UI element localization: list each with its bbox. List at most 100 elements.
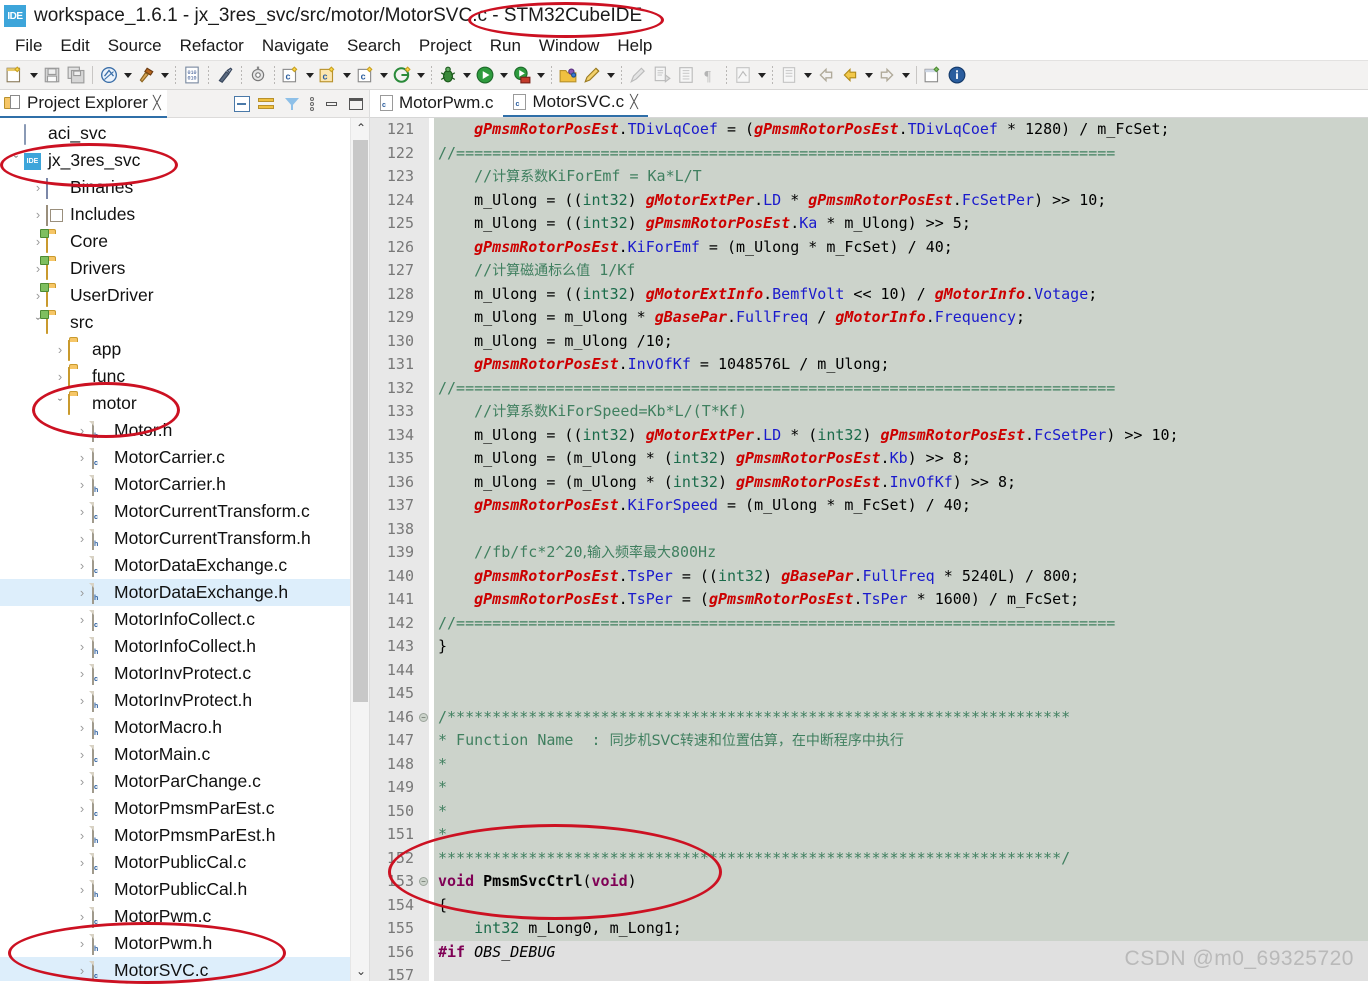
new-c-project-icon[interactable]: c <box>279 63 303 87</box>
chevron-right-icon[interactable]: › <box>74 963 90 978</box>
run-config-dropdown-arrow[interactable] <box>534 63 547 87</box>
code-line[interactable]: * <box>434 776 1368 800</box>
next-annotation-icon[interactable] <box>777 63 801 87</box>
debug-icon[interactable] <box>436 63 460 87</box>
code-line[interactable]: gPmsmRotorPosEst.TsPer = ((int32) gBaseP… <box>434 565 1368 589</box>
chevron-right-icon[interactable]: › <box>74 882 90 897</box>
menu-refactor[interactable]: Refactor <box>171 36 253 56</box>
tree-item-motorparchange-c[interactable]: › c MotorParChange.c <box>0 768 370 795</box>
chevron-right-icon[interactable]: › <box>74 909 90 924</box>
tree-item-motorinfocollect-c[interactable]: › c MotorInfoCollect.c <box>0 606 370 633</box>
tree-item-motorpubliccal-h[interactable]: › h MotorPublicCal.h <box>0 876 370 903</box>
code-line[interactable]: } <box>434 635 1368 659</box>
open-element-icon[interactable] <box>390 63 414 87</box>
new-c-project-dropdown-arrow[interactable] <box>303 63 316 87</box>
tree-item-motorsvc-c[interactable]: › c MotorSVC.c <box>0 957 370 981</box>
tab-project-explorer[interactable]: Project Explorer ╳ <box>0 90 167 118</box>
tree-item-drivers[interactable]: › Drivers <box>0 255 370 282</box>
tree-item-motorinfocollect-h[interactable]: › h MotorInfoCollect.h <box>0 633 370 660</box>
build-all-icon[interactable] <box>97 63 121 87</box>
info-icon[interactable] <box>945 63 969 87</box>
save-icon[interactable] <box>40 63 64 87</box>
last-edit-dropdown-arrow[interactable] <box>755 63 768 87</box>
copy-lines-icon[interactable] <box>650 63 674 87</box>
pencil-edit-dropdown-arrow[interactable] <box>604 63 617 87</box>
chevron-right-icon[interactable]: › <box>30 180 46 195</box>
chevron-right-icon[interactable]: › <box>74 828 90 843</box>
code-line[interactable]: m_Ulong = ((int32) gMotorExtPer.LD * gPm… <box>434 189 1368 213</box>
tree-item-motormacro-h[interactable]: › h MotorMacro.h <box>0 714 370 741</box>
view-filter-icon[interactable] <box>284 96 300 112</box>
tree-item-motormain-c[interactable]: › c MotorMain.c <box>0 741 370 768</box>
new-file-icon[interactable] <box>3 63 27 87</box>
tree-item-motorcarrier-c[interactable]: › c MotorCarrier.c <box>0 444 370 471</box>
tree-item-func[interactable]: › func <box>0 363 370 390</box>
code-line[interactable]: //计算系数KiForEmf = Ka*L/T <box>434 165 1368 189</box>
tree-item-motorpwm-c[interactable]: › c MotorPwm.c <box>0 903 370 930</box>
tree-item-src[interactable]: ˇ src <box>0 309 370 336</box>
code-line[interactable]: gPmsmRotorPosEst.KiForSpeed = (m_Ulong *… <box>434 494 1368 518</box>
chevron-right-icon[interactable]: › <box>74 747 90 762</box>
chevron-down-icon[interactable]: ˇ <box>52 396 68 411</box>
chevron-right-icon[interactable]: › <box>74 450 90 465</box>
menu-run[interactable]: Run <box>481 36 530 56</box>
chevron-right-icon[interactable]: › <box>74 693 90 708</box>
forward-yellow-dropdown-arrow[interactable] <box>862 63 875 87</box>
close-icon[interactable]: ╳ <box>153 95 161 111</box>
chevron-right-icon[interactable]: › <box>74 936 90 951</box>
menu-search[interactable]: Search <box>338 36 410 56</box>
code-line[interactable]: m_Ulong = ((int32) gPmsmRotorPosEst.Ka *… <box>434 212 1368 236</box>
new-c-class-dropdown-arrow[interactable] <box>377 63 390 87</box>
build-hammer-dropdown-arrow[interactable] <box>158 63 171 87</box>
tree-item-motor[interactable]: ˇ motor <box>0 390 370 417</box>
menu-help[interactable]: Help <box>608 36 661 56</box>
code-line[interactable]: m_Ulong = ((int32) gMotorExtInfo.BemfVol… <box>434 283 1368 307</box>
tree-item-jx-3res-svc[interactable]: ˇ IDE jx_3res_svc <box>0 147 370 174</box>
tab-motorsvc-c[interactable]: c MotorSVC.c ╳ <box>503 90 648 117</box>
chevron-down-icon[interactable]: ˇ <box>8 153 24 168</box>
forward-yellow-icon[interactable] <box>838 63 862 87</box>
run-dropdown-arrow[interactable] <box>497 63 510 87</box>
forward-history-dropdown-arrow[interactable] <box>899 63 912 87</box>
tree-item-motorpmsmparest-h[interactable]: › h MotorPmsmParEst.h <box>0 822 370 849</box>
tree-item-motorcurrenttransform-c[interactable]: › c MotorCurrentTransform.c <box>0 498 370 525</box>
project-tree[interactable]: aci_svc ˇ IDE jx_3res_svc › Binaries › Includes… <box>0 118 370 981</box>
chevron-right-icon[interactable]: › <box>74 639 90 654</box>
tree-item-motorinvprotect-h[interactable]: › h MotorInvProtect.h <box>0 687 370 714</box>
run-config-icon[interactable] <box>510 63 534 87</box>
code-line[interactable]: gPmsmRotorPosEst.InvOfKf = 1048576L / m_… <box>434 353 1368 377</box>
minimize-view-icon[interactable] <box>324 96 340 112</box>
code-line[interactable]: gPmsmRotorPosEst.TDivLqCoef = (gPmsmRoto… <box>434 118 1368 142</box>
block-select-icon[interactable] <box>674 63 698 87</box>
save-all-icon[interactable] <box>64 63 88 87</box>
clean-icon[interactable] <box>213 63 237 87</box>
debug-dropdown-arrow[interactable] <box>460 63 473 87</box>
chevron-right-icon[interactable]: › <box>74 558 90 573</box>
new-c-source-dropdown-arrow[interactable] <box>340 63 353 87</box>
code-line[interactable]: gPmsmRotorPosEst.TsPer = (gPmsmRotorPosE… <box>434 588 1368 612</box>
chevron-right-icon[interactable]: › <box>74 423 90 438</box>
code-line[interactable]: m_Ulong = m_Ulong /10; <box>434 330 1368 354</box>
link-with-editor-icon[interactable] <box>258 96 276 112</box>
code-line[interactable]: /***************************************… <box>434 706 1368 730</box>
code-line[interactable] <box>434 659 1368 683</box>
menu-window[interactable]: Window <box>530 36 608 56</box>
menu-file[interactable]: File <box>6 36 51 56</box>
new-c-source-icon[interactable]: c <box>316 63 340 87</box>
code-line[interactable]: m_Ulong = (m_Ulong * (int32) gPmsmRotorP… <box>434 471 1368 495</box>
code-line[interactable]: m_Ulong = ((int32) gMotorExtPer.LD * (in… <box>434 424 1368 448</box>
build-hammer-icon[interactable] <box>134 63 158 87</box>
code-line[interactable] <box>434 518 1368 542</box>
close-icon[interactable]: ╳ <box>630 94 638 110</box>
menu-source[interactable]: Source <box>99 36 171 56</box>
build-all-dropdown-arrow[interactable] <box>121 63 134 87</box>
menu-edit[interactable]: Edit <box>51 36 98 56</box>
tree-item-aci-svc[interactable]: aci_svc <box>0 120 370 147</box>
new-c-class-icon[interactable]: c <box>353 63 377 87</box>
tree-item-motorinvprotect-c[interactable]: › c MotorInvProtect.c <box>0 660 370 687</box>
chevron-right-icon[interactable]: › <box>74 585 90 600</box>
code-line[interactable]: //计算系数KiForSpeed=Kb*L/(T*Kf) <box>434 400 1368 424</box>
run-icon[interactable] <box>473 63 497 87</box>
code-line[interactable]: * <box>434 823 1368 847</box>
maximize-view-icon[interactable] <box>348 96 364 112</box>
